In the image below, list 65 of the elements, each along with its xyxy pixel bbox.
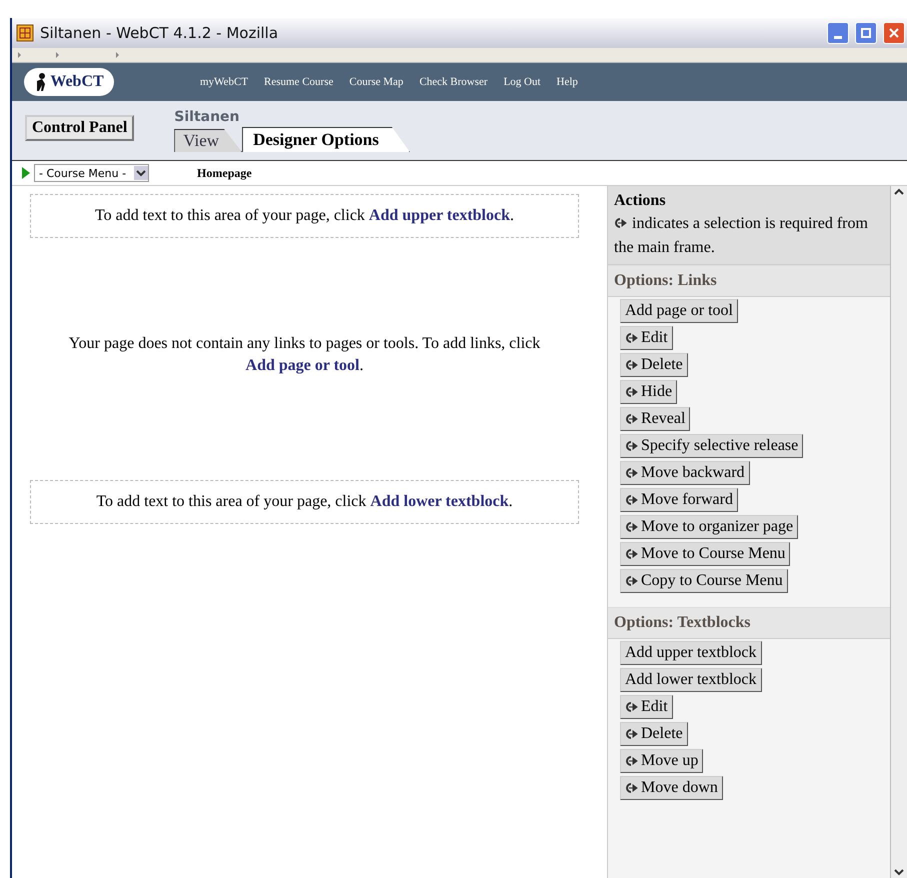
arrow-icon — [625, 729, 639, 739]
lower-textblock-area: To add text to this area of your page, click Add lower textblock. — [30, 480, 579, 524]
selection-action-button[interactable]: Reveal — [620, 407, 690, 431]
window-title: Siltanen - WebCT 4.1.2 - Mozilla — [40, 24, 280, 42]
maximize-button[interactable] — [855, 22, 877, 44]
arrow-icon — [614, 218, 628, 228]
selection-action-button[interactable]: Move forward — [620, 488, 738, 512]
selection-action-button[interactable]: Move up — [620, 749, 704, 773]
selection-action-button[interactable]: Hide — [620, 380, 678, 404]
arrow-icon — [625, 783, 639, 793]
arrow-icon — [625, 522, 639, 532]
selection-action-button[interactable]: Move to Course Menu — [620, 542, 790, 566]
minimize-button[interactable] — [827, 22, 849, 44]
selection-action-button[interactable]: Move down — [620, 776, 723, 800]
arrow-icon — [625, 756, 639, 766]
selection-action-button[interactable]: Edit — [620, 326, 673, 350]
selection-action-button[interactable]: Edit — [620, 695, 673, 719]
course-title: Siltanen — [174, 109, 241, 125]
section-title: Options: Links — [608, 265, 890, 297]
actions-title: Actions — [614, 192, 667, 210]
actions-note: indicates a selection is required from the main frame. — [614, 214, 869, 258]
arrow-icon — [625, 441, 639, 451]
minimize-icon — [834, 36, 842, 38]
nav-link[interactable]: Course Map — [349, 76, 404, 88]
breadcrumb: Homepage — [197, 166, 252, 180]
upper-textblock-area: To add text to this area of your page, click Add upper textblock. — [30, 194, 579, 238]
webct-logo: WebCT — [24, 68, 114, 96]
selection-action-button[interactable]: Move to organizer page — [620, 515, 798, 539]
textblock-link[interactable]: Add page or tool — [246, 357, 360, 374]
action-button[interactable]: Add lower textblock — [620, 668, 762, 692]
selection-action-button[interactable]: Delete — [620, 353, 688, 377]
arrow-icon — [625, 414, 639, 424]
tab[interactable]: View — [174, 129, 242, 152]
section-title: Options: Textblocks — [608, 607, 890, 639]
selection-action-button[interactable]: Delete — [620, 722, 688, 746]
action-button[interactable]: Add upper textblock — [620, 641, 762, 665]
play-icon — [22, 167, 30, 179]
arrow-icon — [625, 495, 639, 505]
arrow-icon — [625, 576, 639, 586]
tab[interactable]: Designer Options — [242, 127, 410, 152]
nav-link[interactable]: Resume Course — [264, 76, 334, 88]
arrow-icon — [625, 387, 639, 397]
textblock-link[interactable]: Add lower textblock — [370, 492, 509, 510]
arrow-icon — [625, 360, 639, 370]
selection-action-button[interactable]: Copy to Course Menu — [620, 569, 788, 593]
app-icon — [16, 24, 34, 42]
control-panel-button[interactable]: Control Panel — [25, 115, 134, 141]
nav-link[interactable]: Help — [556, 76, 578, 88]
arrow-icon — [625, 468, 639, 478]
nav-link[interactable]: Log Out — [504, 76, 541, 88]
arrow-icon — [625, 333, 639, 343]
selection-action-button[interactable]: Move backward — [620, 461, 750, 485]
links-message: Your page does not contain any links to pages or tools. To add links, click Add page or tool. — [68, 334, 542, 376]
action-button[interactable]: Add page or tool — [620, 299, 738, 323]
nav-link[interactable]: myWebCT — [200, 76, 248, 88]
nav-link[interactable]: Check Browser — [419, 76, 488, 88]
close-icon — [889, 28, 899, 38]
maximize-icon — [861, 28, 871, 38]
textblock-link[interactable]: Add upper textblock — [368, 207, 510, 224]
arrow-icon — [625, 549, 639, 559]
course-menu-dropdown[interactable]: - Course Menu - — [34, 164, 150, 182]
close-button[interactable] — [883, 22, 905, 44]
chevron-down-icon — [134, 166, 148, 180]
selection-action-button[interactable]: Specify selective release — [620, 434, 804, 458]
arrow-icon — [625, 702, 639, 712]
